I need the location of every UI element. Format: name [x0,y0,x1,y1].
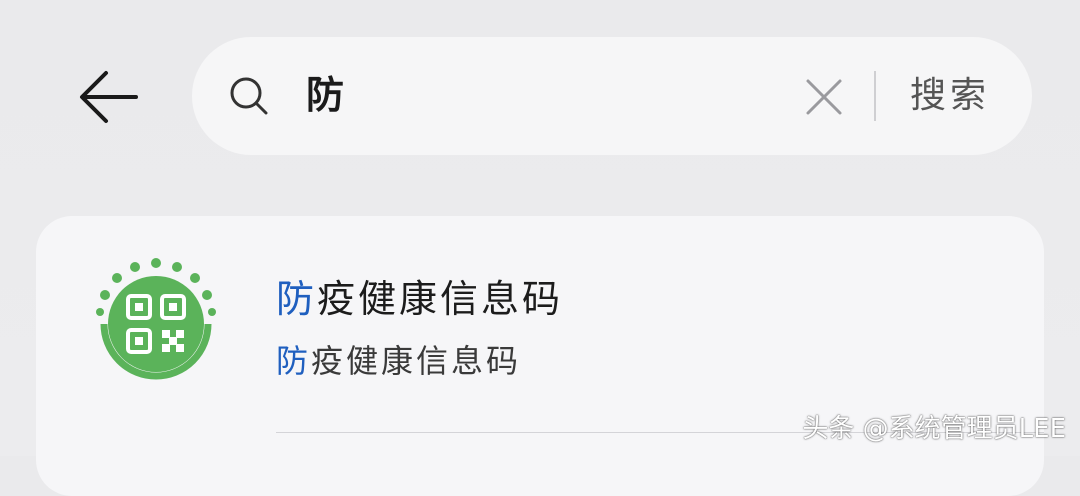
search-icon [230,77,268,115]
arrow-left-icon [80,71,138,123]
subtitle-highlight: 防 [276,342,312,380]
search-result-card[interactable]: 防疫健康信息码 防疫健康信息码 [36,216,1044,496]
result-subtitle: 防疫健康信息码 [276,336,521,382]
title-highlight: 防 [276,277,318,321]
result-title: 防疫健康信息码 [276,268,563,323]
subtitle-rest: 疫健康信息码 [311,342,522,380]
search-bar[interactable]: 防 搜索 [192,37,1032,155]
close-icon[interactable] [802,75,846,119]
title-rest: 疫健康信息码 [317,277,564,321]
search-input[interactable]: 防 [306,63,344,127]
search-button[interactable]: 搜索 [910,67,990,125]
watermark: 头条 @系统管理员LEE [802,414,1066,444]
qr-code-app-icon [96,258,216,380]
back-button[interactable] [72,62,144,132]
search-divider [874,71,876,121]
